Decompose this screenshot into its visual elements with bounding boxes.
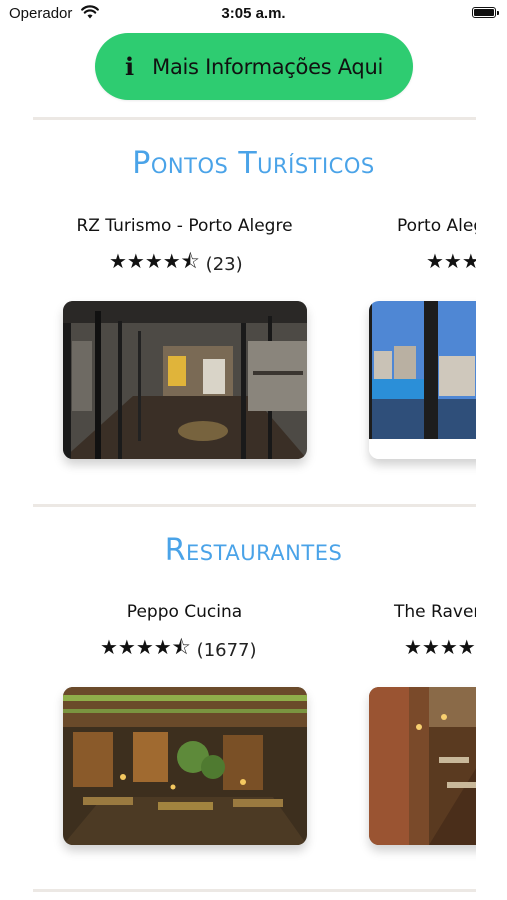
tourism-office-photo: [63, 301, 307, 459]
review-count: (1677): [196, 639, 257, 661]
card-photo[interactable]: [369, 687, 476, 845]
star-rating-icon: ★★★★⯪: [100, 635, 191, 659]
card-photo[interactable]: [63, 301, 307, 459]
card-photo[interactable]: [369, 301, 476, 459]
rating: ★★★★⯪ (23): [109, 247, 243, 281]
restaurant-photo: [63, 687, 307, 845]
review-count: (23): [205, 253, 243, 275]
divider: [33, 889, 476, 892]
card-title[interactable]: The Raven: [394, 602, 476, 622]
card-title[interactable]: Peppo Cucina: [62, 602, 307, 622]
card-title[interactable]: Porto Alegre: [397, 216, 476, 236]
divider: [33, 504, 476, 507]
card-photo[interactable]: [63, 687, 307, 845]
star-rating-icon: ★★★★⯪: [426, 249, 476, 273]
city-photo: [369, 301, 476, 459]
rating: ★★★★⯪: [404, 633, 476, 667]
star-rating-icon: ★★★★⯪: [109, 249, 200, 273]
section-title-restaurants: Restaurantes: [164, 533, 343, 568]
scroll-content[interactable]: Pontos Turísticos RZ Turismo - Porto Ale…: [0, 0, 476, 900]
rating: ★★★★⯪: [426, 247, 476, 281]
section-title-tourist-spots: Pontos Turísticos: [132, 146, 375, 181]
card-title[interactable]: RZ Turismo - Porto Alegre: [62, 216, 307, 236]
rating: ★★★★⯪ (1677): [100, 633, 257, 667]
star-rating-icon: ★★★★⯪: [404, 635, 476, 659]
restaurant-photo: [369, 687, 476, 845]
